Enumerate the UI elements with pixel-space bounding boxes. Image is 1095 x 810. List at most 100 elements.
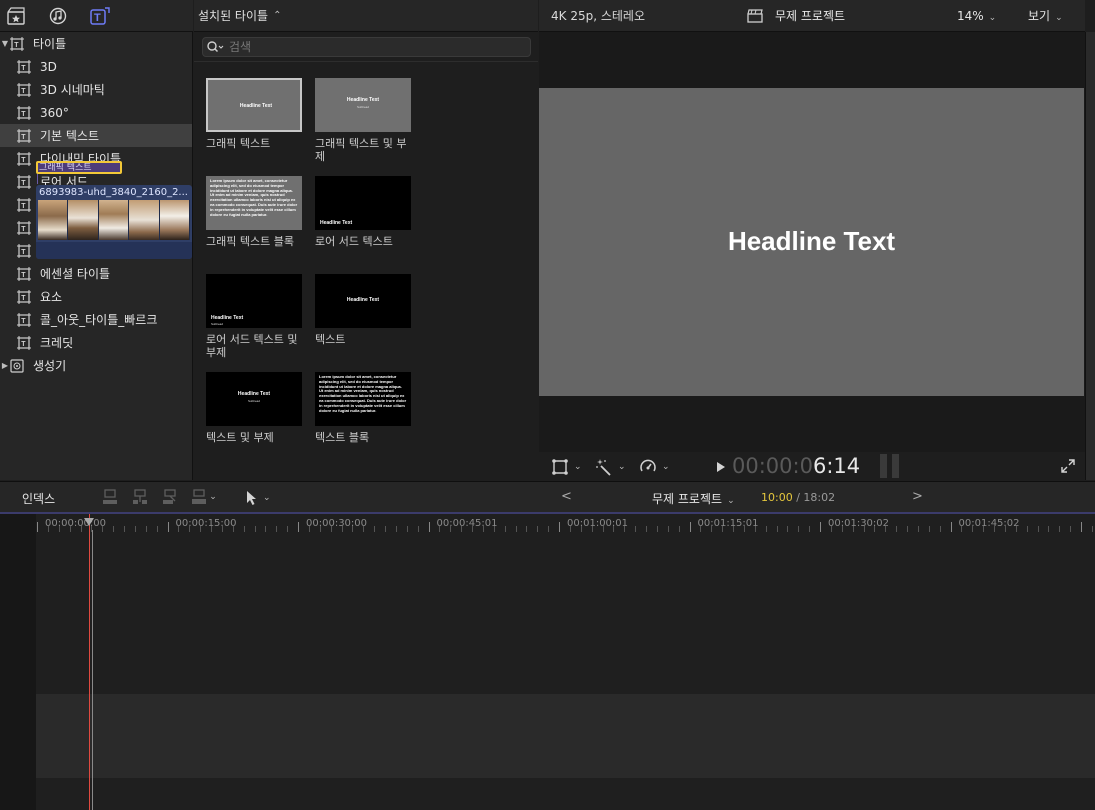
ruler-tick — [189, 526, 191, 532]
title-tile[interactable]: Headline Text 텍스트 — [315, 274, 415, 346]
title-tile[interactable]: Headline Text 로어 서드 텍스트 — [315, 176, 415, 248]
ruler-label: 00:00:30:00 — [306, 518, 368, 529]
title-thumbnail[interactable]: Headline Text Subhead — [206, 372, 302, 426]
play-icon[interactable] — [716, 461, 726, 473]
ruler-tick — [700, 526, 702, 532]
photos-and-audio-icon[interactable] — [5, 5, 27, 27]
ruler-tick — [374, 526, 376, 532]
title-thumbnail[interactable]: Headline Text — [315, 176, 411, 230]
clapper-icon — [747, 9, 763, 23]
canvas-headline[interactable]: Headline Text — [728, 226, 895, 257]
filmstrip-frame — [129, 200, 160, 240]
view-menu[interactable]: 보기 ⌄ — [1028, 7, 1063, 24]
playhead[interactable] — [89, 514, 90, 810]
title-thumbnail[interactable]: Headline Text Subhead — [315, 78, 411, 132]
title-tile[interactable]: Headline Text 그래픽 텍스트 — [206, 78, 306, 150]
ruler-tick — [809, 526, 811, 532]
ruler-tick — [972, 526, 974, 532]
transform-menu[interactable]: ⌄ — [551, 458, 582, 476]
overwrite-clip-button[interactable]: ⌄ — [190, 488, 218, 506]
sidebar-item[interactable]: T 3D 시네마틱 — [0, 78, 192, 101]
ruler-tick — [156, 526, 158, 532]
speedometer-icon — [640, 459, 656, 472]
sidebar-item[interactable]: ▼ T 타이틀 — [0, 32, 192, 55]
search-icon[interactable] — [207, 41, 225, 53]
ruler-label: 00:00:45:01 — [436, 518, 498, 529]
search-input[interactable] — [229, 40, 509, 54]
ruler-tick — [167, 522, 169, 532]
sidebar-item[interactable]: T 기본 텍스트 — [0, 124, 192, 147]
sidebar-item[interactable]: T 요소 — [0, 285, 192, 308]
index-button[interactable]: 인덱스 — [22, 490, 55, 507]
title-tile[interactable]: Lorem ipsum dolor sit amet, consectetur … — [206, 176, 306, 248]
viewer-header: 4K 25p, 스테레오 무제 프로젝트 14% ⌄ 보기 ⌄ — [539, 0, 1085, 32]
sidebar-item[interactable]: T 에센셜 타이틀 — [0, 262, 192, 285]
title-tile[interactable]: Lorem ipsum dolor sit amet, consectetur … — [315, 372, 415, 444]
title-tile[interactable]: Headline Text Subhead 그래픽 텍스트 및 부제 — [315, 78, 415, 163]
ruler-label: 00:01:45:02 — [958, 518, 1020, 529]
ruler-tick — [733, 526, 734, 532]
sidebar-item[interactable]: T 3D — [0, 55, 192, 78]
playhead-handle[interactable] — [84, 518, 94, 526]
timecode-live: 6:14 — [812, 454, 861, 478]
enhance-menu[interactable]: ⌄ — [595, 458, 626, 476]
updown-chevron-icon[interactable]: ⌃ — [273, 10, 281, 21]
tool-menu[interactable]: ⌄ — [246, 490, 271, 506]
ruler-tick — [58, 526, 60, 532]
titles-folder-icon: T — [17, 243, 31, 258]
ruler-tick — [667, 526, 669, 532]
disclosure-triangle-icon[interactable]: ▼ — [0, 39, 10, 48]
forward-arrow-icon[interactable]: > — [912, 489, 923, 504]
sidebar-item[interactable]: T 콜_아웃_타이틀_빠르크 — [0, 308, 192, 331]
titles-folder-icon: T — [17, 312, 31, 327]
append-clip-button[interactable] — [160, 488, 180, 506]
titles-folder-icon: T — [17, 174, 31, 189]
duration-separator: / — [792, 491, 804, 504]
overwrite-clip-icon — [192, 489, 207, 504]
title-thumbnail[interactable]: Headline Text — [315, 274, 411, 328]
title-thumbnail[interactable]: Lorem ipsum dolor sit amet, consectetur … — [206, 176, 302, 230]
title-thumbnail[interactable]: Headline Text — [206, 78, 302, 132]
title-clip[interactable]: 그래픽 텍스트 — [36, 161, 122, 174]
sidebar-item-label: 3D — [40, 59, 57, 74]
browser-title-menu[interactable]: 설치된 타이틀 — [198, 7, 268, 24]
sidebar-item[interactable]: ▶ 생성기 — [0, 354, 192, 377]
title-thumbnail[interactable]: Lorem ipsum dolor sit amet, consectetur … — [315, 372, 411, 426]
ruler-tick — [461, 526, 463, 532]
ruler-tick — [1015, 526, 1017, 532]
timeline-ruler[interactable]: 00:00:00:00 00:00:15:00 00:00:30:00 00:00:4… — [36, 514, 1095, 532]
thumb-headline: Headline Text — [211, 315, 244, 321]
music-and-sound-icon[interactable] — [47, 5, 69, 27]
ruler-tick — [711, 526, 713, 532]
retime-menu[interactable]: ⌄ — [639, 458, 670, 476]
chevron-down-icon: ⌄ — [1055, 13, 1063, 23]
title-tile-label: 텍스트 블록 — [315, 431, 370, 444]
sidebar-item[interactable]: T 크레딧 — [0, 331, 192, 354]
sidebar-item-label: 크레딧 — [40, 336, 74, 350]
viewer-canvas[interactable]: Headline Text — [539, 88, 1084, 396]
search-field[interactable] — [202, 37, 531, 57]
ruler-tick — [178, 526, 180, 532]
ruler-tick — [428, 522, 430, 532]
title-thumbnail[interactable]: Headline Text Subhead — [206, 274, 302, 328]
timecode-display[interactable]: 00:00:06:14 — [732, 454, 860, 478]
title-tile[interactable]: Headline Text Subhead 로어 서드 텍스트 및 부제 — [206, 274, 306, 359]
ruler-tick — [569, 526, 571, 532]
svg-text:T: T — [21, 203, 26, 210]
titles-browser: Headline Text 그래픽 텍스트Headline TextSubhea… — [194, 32, 538, 480]
ruler-tick — [580, 526, 582, 532]
back-arrow-icon[interactable]: < — [561, 489, 572, 504]
titles-and-generators-icon[interactable]: T — [89, 5, 111, 27]
disclosure-triangle-icon[interactable]: ▶ — [0, 361, 10, 370]
timeline-project-menu[interactable]: 무제 프로젝트 ⌄ — [652, 490, 735, 507]
sidebar-item[interactable]: T 360° — [0, 101, 192, 124]
insert-clip-button[interactable] — [130, 488, 150, 506]
ruler-tick — [113, 526, 115, 532]
title-tile[interactable]: Headline Text Subhead 텍스트 및 부제 — [206, 372, 306, 444]
ruler-tick — [145, 526, 147, 532]
connect-clip-button[interactable] — [100, 488, 120, 506]
zoom-menu[interactable]: 14% ⌄ — [957, 9, 996, 23]
fullscreen-icon[interactable] — [1061, 459, 1075, 473]
video-clip[interactable]: 6893983-uhd_3840_2160_2... — [36, 185, 192, 259]
sidebar-item-label: 3D 시네마틱 — [40, 83, 105, 97]
